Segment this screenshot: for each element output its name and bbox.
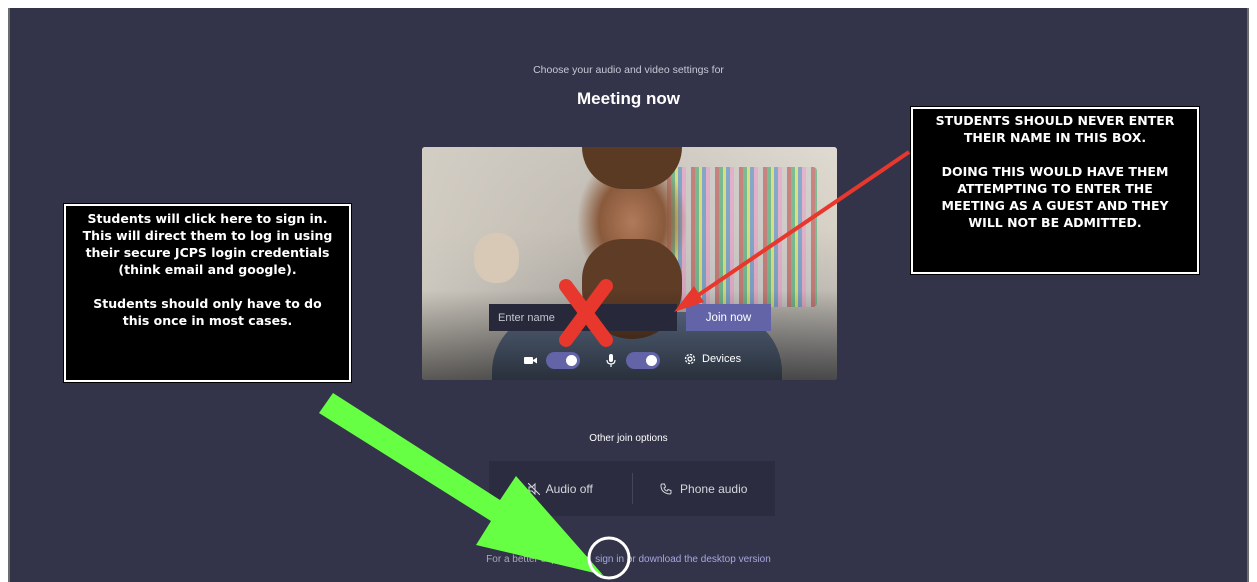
sign-in-highlight-circle [587,536,631,580]
green-arrow [319,393,603,575]
annotation-overlay [319,150,911,580]
red-arrow [674,150,911,312]
red-x-mark [559,279,613,347]
